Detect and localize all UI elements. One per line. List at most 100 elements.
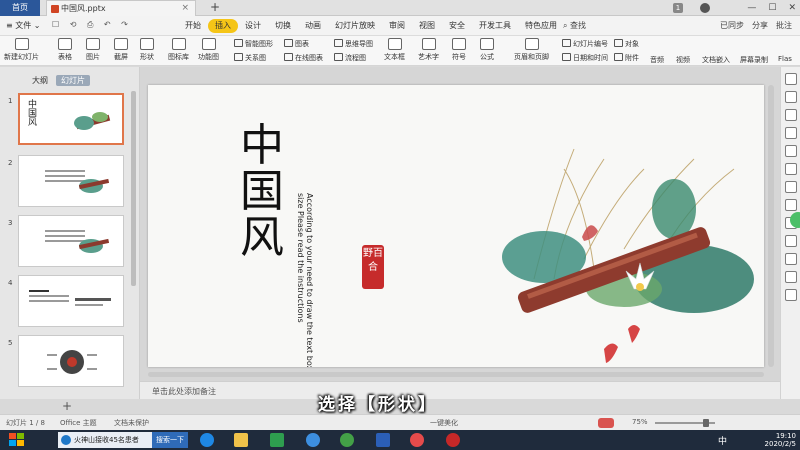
symbol-button[interactable]: 符号 [452, 38, 466, 62]
canvas-horizontal-scrollbar[interactable] [148, 372, 764, 377]
online-chart-button[interactable]: 在线图表 [284, 53, 323, 63]
text-box-button[interactable]: 文本框 [384, 38, 405, 62]
assistant-icon[interactable] [790, 212, 800, 228]
share-icon[interactable] [784, 253, 797, 265]
wps-writer-icon[interactable] [376, 433, 390, 447]
maximize-icon[interactable]: ☐ [768, 3, 776, 13]
flash-button[interactable]: Flas [778, 55, 792, 63]
tab-home[interactable]: 首页 [0, 0, 40, 16]
slide-thumbnail-1[interactable]: 中国风 [18, 93, 124, 145]
menu-item-insert[interactable]: 插入 [208, 19, 238, 33]
minimize-icon[interactable]: — [747, 3, 756, 13]
browser-360-icon[interactable] [340, 433, 354, 447]
add-slide-button[interactable]: + [62, 399, 72, 413]
record-icon[interactable] [446, 433, 460, 447]
menu-item-transition[interactable]: 切换 [268, 16, 298, 36]
taskbar-search-button[interactable]: 搜索一下 [152, 432, 188, 448]
beautify-button[interactable]: 一键美化 [430, 418, 458, 428]
windows-start-icon[interactable] [6, 432, 28, 448]
more-icon[interactable] [784, 235, 797, 247]
tab-outline[interactable]: 大纲 [32, 75, 48, 86]
pointer-icon[interactable] [784, 73, 797, 85]
red-seal-stamp[interactable]: 野百合 [362, 245, 384, 289]
close-tab-icon[interactable]: × [181, 1, 189, 16]
shape-button[interactable]: 形状 [140, 38, 154, 62]
transition-icon[interactable] [784, 181, 797, 193]
folder-icon[interactable] [234, 433, 248, 447]
file-menu[interactable]: ≡ 文件 ⌄ [6, 20, 41, 31]
avatar[interactable] [700, 3, 710, 13]
menu-item-design[interactable]: 设计 [238, 16, 268, 36]
relation-chart-button[interactable]: 关系图 [234, 53, 266, 63]
chrome-icon[interactable] [410, 433, 424, 447]
menu-item-review[interactable]: 审阅 [382, 16, 412, 36]
chart-button[interactable]: 图表 [284, 39, 309, 49]
format-icon[interactable] [784, 91, 797, 103]
search-box[interactable]: ⌕ 查找 [563, 20, 586, 31]
ime-indicator[interactable]: 中 [718, 434, 727, 447]
current-slide[interactable]: 中国风 According to your need to draw the t… [148, 85, 764, 367]
menu-item-slideshow[interactable]: 幻灯片放映 [328, 16, 382, 36]
share-button[interactable]: 分享 [752, 20, 768, 31]
slide-thumbnail-2[interactable] [18, 155, 124, 207]
slide-thumbnail-3[interactable] [18, 215, 124, 267]
zoom-slider-handle[interactable] [703, 419, 709, 427]
embed-doc-button[interactable]: 文档嵌入 [702, 55, 730, 65]
slide-english-text[interactable]: According to your need to draw the text … [296, 193, 314, 367]
zoom-level[interactable]: 75% [632, 418, 648, 426]
slide-thumbnail-5[interactable] [18, 335, 124, 387]
ie-browser-icon[interactable] [200, 433, 214, 447]
smart-art-button[interactable]: 智能图形 [234, 39, 273, 49]
cloud-icon[interactable] [306, 433, 320, 447]
menu-item-security[interactable]: 安全 [442, 16, 472, 36]
video-button[interactable]: 视频 [676, 55, 690, 65]
menu-item-view[interactable]: 视图 [412, 16, 442, 36]
doc-protection-status[interactable]: 文档未保护 [114, 418, 149, 428]
theme-icon[interactable] [784, 145, 797, 157]
style-icon[interactable] [784, 163, 797, 175]
tab-slides[interactable]: 幻灯片 [56, 75, 90, 86]
sidebar-toggle-icon[interactable] [784, 289, 797, 301]
icon-library-button[interactable]: 图标库 [168, 38, 189, 62]
canvas-vertical-scrollbar[interactable] [768, 85, 774, 367]
picture-button[interactable]: 图片 [86, 38, 100, 62]
play-slideshow-button[interactable] [598, 418, 614, 428]
tab-document[interactable]: 中国风.pptx × [46, 0, 196, 16]
animation-icon[interactable] [784, 127, 797, 139]
layout-icon[interactable] [784, 109, 797, 121]
formula-button[interactable]: 公式 [480, 38, 494, 62]
screenshot-button[interactable]: 截屏 [114, 38, 128, 62]
comment-button[interactable]: 批注 [776, 20, 792, 31]
slide-thumbnail-4[interactable] [18, 275, 124, 327]
settings-icon[interactable] [784, 199, 797, 211]
menu-item-start[interactable]: 开始 [178, 16, 208, 36]
new-slide-button[interactable]: 新建幻灯片 [4, 38, 39, 62]
lotus-guqin-artwork[interactable] [494, 139, 764, 367]
panel-scrollbar[interactable] [131, 91, 136, 286]
notes-pane[interactable]: 单击此处添加备注 [140, 381, 780, 399]
date-time-button[interactable]: 日期和时间 [562, 53, 608, 63]
system-clock[interactable]: 19:10 2020/2/5 [765, 432, 796, 448]
audio-button[interactable]: 音频 [650, 55, 664, 65]
header-footer-button[interactable]: 页眉和页脚 [514, 38, 549, 62]
menu-item-animation[interactable]: 动画 [298, 16, 328, 36]
menu-item-features[interactable]: 特色应用 [518, 16, 564, 36]
close-window-icon[interactable]: ✕ [788, 3, 796, 13]
flowchart-button[interactable]: 流程图 [334, 53, 366, 63]
slide-number-button[interactable]: 幻灯片编号 [562, 39, 608, 49]
slide-title[interactable]: 中国风 [240, 123, 296, 261]
sync-status[interactable]: 已同步 [720, 20, 744, 31]
function-chart-button[interactable]: 功能图 [198, 38, 219, 62]
attachment-button[interactable]: 附件 [614, 53, 639, 63]
grid-icon[interactable] [784, 271, 797, 283]
new-tab-button[interactable]: + [210, 0, 220, 14]
menu-item-developer[interactable]: 开发工具 [472, 16, 518, 36]
theme-name[interactable]: Office 主题 [60, 418, 97, 428]
store-icon[interactable] [270, 433, 284, 447]
table-button[interactable]: 表格 [58, 38, 72, 62]
word-art-button[interactable]: 艺术字 [418, 38, 439, 62]
object-button[interactable]: 对象 [614, 39, 639, 49]
quick-access-toolbar[interactable]: ☐ ⟲ ⎙ ↶ ↷ [52, 20, 132, 30]
notification-badge[interactable]: 1 [673, 3, 683, 13]
mind-map-button[interactable]: 思维导图 [334, 39, 373, 49]
